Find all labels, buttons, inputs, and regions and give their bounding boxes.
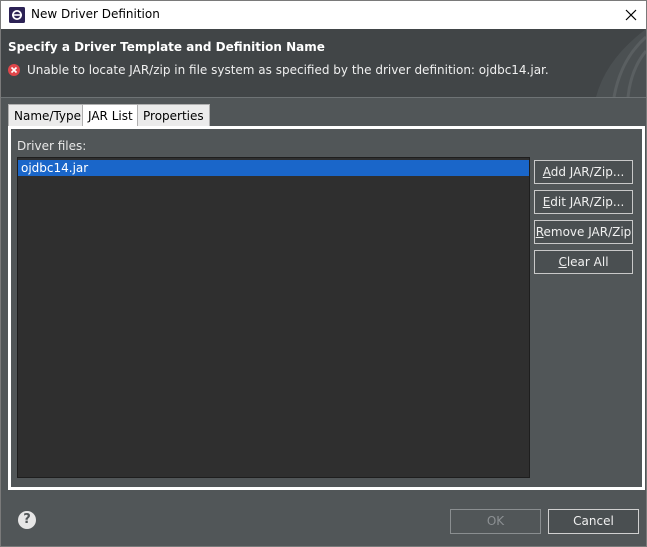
- ok-button[interactable]: OK: [450, 509, 541, 534]
- edit-label: dit JAR/Zip...: [550, 195, 625, 209]
- add-mnemonic: A: [542, 165, 551, 179]
- list-item[interactable]: ojdbc14.jar: [18, 160, 529, 176]
- remove-mnemonic: R: [535, 225, 544, 239]
- clear-all-button[interactable]: Clear All: [534, 250, 633, 274]
- help-icon[interactable]: ?: [18, 511, 36, 529]
- driver-files-list[interactable]: ojdbc14.jar: [17, 157, 530, 478]
- tab-jar-list[interactable]: JAR List: [82, 104, 139, 127]
- error-icon: [8, 64, 20, 76]
- edit-jar-button[interactable]: Edit JAR/Zip...: [534, 190, 633, 214]
- driver-files-label: Driver files:: [17, 139, 87, 153]
- remove-label: emove JAR/Zip: [543, 225, 632, 239]
- error-message: Unable to locate JAR/zip in file system …: [8, 63, 549, 77]
- header-banner: Specify a Driver Template and Definition…: [1, 29, 646, 97]
- close-button[interactable]: [616, 1, 646, 29]
- tab-folder: Name/Type JAR List Properties Driver fil…: [8, 104, 645, 490]
- banner-separator: [1, 97, 646, 98]
- title-bar: New Driver Definition: [1, 1, 646, 29]
- tab-name-type[interactable]: Name/Type: [8, 104, 88, 126]
- tab-properties[interactable]: Properties: [137, 104, 210, 126]
- error-message-text: Unable to locate JAR/zip in file system …: [27, 63, 549, 77]
- remove-jar-button[interactable]: Remove JAR/Zip: [534, 220, 633, 244]
- clear-mnemonic: C: [558, 255, 567, 269]
- clear-label: lear All: [566, 255, 609, 269]
- jar-list-content: Driver files: ojdbc14.jar Add JAR/Zip...…: [11, 129, 642, 487]
- add-label: dd JAR/Zip...: [550, 165, 625, 179]
- banner-graphic: [596, 29, 646, 97]
- jar-list-panel: Driver files: ojdbc14.jar Add JAR/Zip...…: [8, 126, 645, 490]
- add-jar-button[interactable]: Add JAR/Zip...: [534, 160, 633, 184]
- close-icon: [625, 9, 637, 21]
- eclipse-icon: [9, 7, 25, 23]
- cancel-button[interactable]: Cancel: [548, 509, 639, 534]
- dialog-window: New Driver Definition Specify a Driver T…: [0, 0, 647, 547]
- banner-title: Specify a Driver Template and Definition…: [8, 40, 325, 54]
- window-title: New Driver Definition: [31, 7, 160, 21]
